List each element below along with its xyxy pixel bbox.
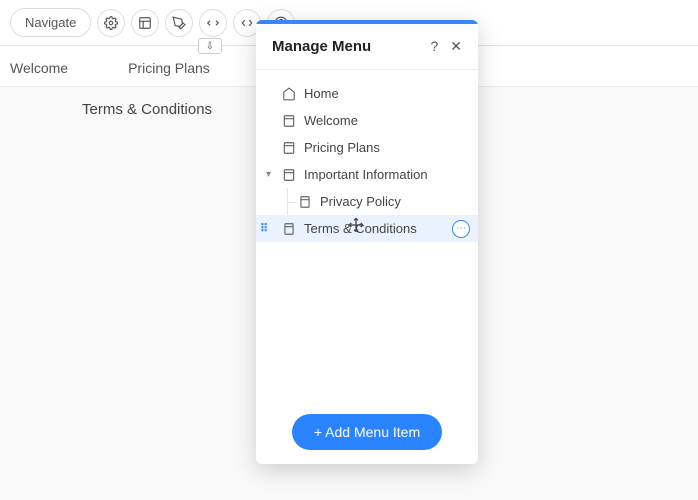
add-menu-item-button[interactable]: + Add Menu Item xyxy=(292,414,442,450)
panel-title: Manage Menu xyxy=(272,38,371,55)
menu-item-privacy-policy[interactable]: Privacy Policy xyxy=(256,188,478,215)
item-actions-button[interactable]: ⋯ xyxy=(452,220,470,238)
divider xyxy=(256,69,478,70)
page-icon xyxy=(282,141,296,155)
menu-item-label: Pricing Plans xyxy=(304,140,380,155)
layout-icon[interactable] xyxy=(131,9,159,37)
download-icon[interactable]: ⇩ xyxy=(198,38,222,54)
menu-item-label: Important Information xyxy=(304,167,428,182)
menu-item-label: Privacy Policy xyxy=(320,194,401,209)
manage-menu-panel: Manage Menu ? ✕ Home Welcome Pricing Pla… xyxy=(256,20,478,464)
menu-item-important-information[interactable]: ▾ Important Information xyxy=(256,161,478,188)
drag-indicator-icon: ⠿ xyxy=(260,222,268,235)
panel-footer: + Add Menu Item xyxy=(256,400,478,464)
page-icon xyxy=(282,114,296,128)
panel-help-icon[interactable]: ? xyxy=(430,38,438,55)
page-icon xyxy=(282,222,296,236)
brush-icon[interactable] xyxy=(165,9,193,37)
page-icon xyxy=(282,168,296,182)
menu-item-welcome[interactable]: Welcome xyxy=(256,107,478,134)
page-icon xyxy=(298,195,312,209)
animation-icon[interactable] xyxy=(199,9,227,37)
menu-item-label: Home xyxy=(304,86,339,101)
move-cursor-icon xyxy=(348,217,364,236)
menu-list: Home Welcome Pricing Plans ▾ Important I… xyxy=(256,76,478,400)
tab-welcome[interactable]: Welcome xyxy=(10,60,68,76)
tab-pricing-plans[interactable]: Pricing Plans xyxy=(128,60,210,76)
menu-item-pricing-plans[interactable]: Pricing Plans xyxy=(256,134,478,161)
panel-close-icon[interactable]: ✕ xyxy=(450,38,462,55)
settings-gear-icon[interactable] xyxy=(97,9,125,37)
menu-item-label: Welcome xyxy=(304,113,358,128)
panel-header: Manage Menu ? ✕ xyxy=(256,24,478,69)
menu-item-home[interactable]: Home xyxy=(256,80,478,107)
home-icon xyxy=(282,87,296,101)
menu-item-terms-conditions[interactable]: ⠿ Terms & Conditions ⋯ xyxy=(256,215,478,242)
chevron-down-icon[interactable]: ▾ xyxy=(266,169,271,180)
navigate-button[interactable]: Navigate xyxy=(10,8,91,37)
